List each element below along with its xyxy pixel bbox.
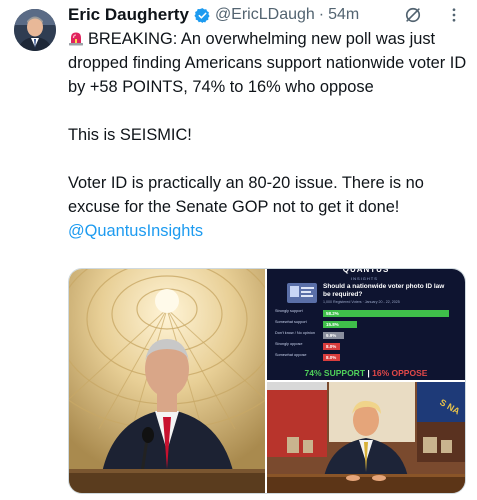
poll-row-label: Somewhat oppose bbox=[275, 353, 307, 357]
poll-row-value: 8.0% bbox=[326, 355, 337, 360]
tweet-text-seismic: This is SEISMIC! bbox=[68, 126, 192, 144]
oval-office-photo-image: S NA bbox=[267, 382, 465, 493]
verified-badge-icon bbox=[194, 7, 210, 23]
poll-oppose-total: 16% OPPOSE bbox=[372, 368, 428, 378]
more-options-icon[interactable] bbox=[445, 6, 463, 24]
poll-row-label: Don't know / No opinion bbox=[275, 331, 315, 335]
voter-id-card-icon bbox=[287, 283, 317, 303]
siren-icon bbox=[69, 32, 83, 46]
poll-row: Somewhat support 15.8% bbox=[275, 320, 461, 329]
poll-results-graphic[interactable]: QUANTUS INSIGHTS Should a nationwide vot… bbox=[267, 269, 465, 380]
tweet-paragraph-breaking: BREAKING: An overwhelming new poll was j… bbox=[68, 27, 468, 99]
avatar[interactable] bbox=[14, 9, 56, 51]
avatar-image bbox=[14, 9, 56, 51]
poll-row: Don't know / No opinion 9.9% bbox=[275, 331, 461, 340]
poll-summary: 74% SUPPORT | 16% OPPOSE bbox=[267, 368, 465, 378]
media-grid: QUANTUS INSIGHTS Should a nationwide vot… bbox=[68, 268, 466, 494]
tweet-text: BREAKING: An overwhelming new poll was j… bbox=[68, 27, 468, 243]
poll-row: Strongly support 58.2% bbox=[275, 309, 461, 318]
poll-row-value: 15.8% bbox=[326, 322, 339, 327]
photo-oval-office[interactable]: S NA bbox=[267, 382, 465, 493]
tweet-paragraph-voter-id: Voter ID is practically an 80-20 issue. … bbox=[68, 171, 468, 243]
poll-row-label: Strongly support bbox=[275, 309, 303, 313]
poll-row-value: 9.9% bbox=[326, 333, 337, 338]
photo-senator-press-conference[interactable] bbox=[69, 269, 265, 493]
poll-bar bbox=[323, 310, 450, 317]
tweet-text-breaking: BREAKING: An overwhelming new poll was j… bbox=[68, 30, 467, 96]
tweet-text-voter-id: Voter ID is practically an 80-20 issue. … bbox=[68, 174, 424, 216]
grok-icon[interactable] bbox=[403, 5, 423, 25]
post-timestamp[interactable]: 54m bbox=[328, 6, 359, 24]
senator-photo-image bbox=[69, 269, 265, 493]
poll-dates: 1,000 Registered Voters · January 20 - 2… bbox=[323, 300, 400, 304]
poll-row-label: Somewhat support bbox=[275, 320, 307, 324]
author-name[interactable]: Eric Daugherty bbox=[68, 5, 189, 25]
poll-row-label: Strongly oppose bbox=[275, 342, 303, 346]
author-handle[interactable]: @EricLDaugh bbox=[215, 6, 315, 24]
poll-question: Should a nationwide voter photo ID law b… bbox=[323, 283, 445, 298]
mention-link[interactable]: @QuantusInsights bbox=[68, 222, 203, 240]
poll-row-value: 58.2% bbox=[326, 311, 339, 316]
poll-summary-divider: | bbox=[367, 368, 370, 378]
tweet-header: Eric Daugherty @EricLDaugh · 54m bbox=[68, 4, 467, 26]
poll-support-total: 74% SUPPORT bbox=[304, 368, 366, 378]
header-separator: · bbox=[318, 6, 325, 23]
poll-row-value: 8.0% bbox=[326, 344, 337, 349]
poll-brand-sub: INSIGHTS bbox=[351, 276, 378, 281]
poll-row: Strongly oppose 8.0% bbox=[275, 342, 461, 351]
poll-row: Somewhat oppose 8.0% bbox=[275, 353, 461, 362]
